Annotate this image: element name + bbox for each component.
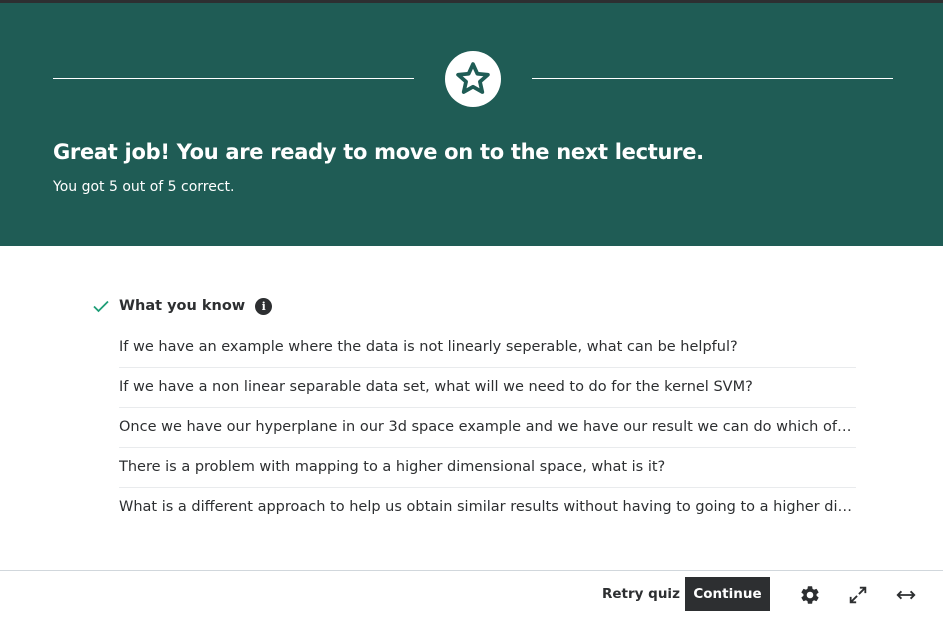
section-header: What you know i	[92, 294, 856, 318]
result-score: You got 5 out of 5 correct.	[53, 179, 235, 195]
question-list: If we have an example where the data is …	[119, 328, 856, 527]
question-item: If we have a non linear separable data s…	[119, 368, 856, 408]
retry-quiz-button[interactable]: Retry quiz	[592, 577, 690, 611]
expand-icon[interactable]	[846, 583, 870, 607]
section-title: What you know	[119, 298, 246, 314]
star-badge	[445, 51, 501, 107]
question-item: If we have an example where the data is …	[119, 328, 856, 368]
star-icon	[454, 60, 492, 98]
question-item: Once we have our hyperplane in our 3d sp…	[119, 408, 856, 448]
result-title: Great job! You are ready to move on to t…	[53, 140, 704, 164]
quiz-result-banner: Great job! You are ready to move on to t…	[0, 3, 943, 246]
what-you-know-section: What you know i If we have an example wh…	[92, 294, 856, 527]
gear-icon[interactable]	[798, 583, 822, 607]
continue-button[interactable]: Continue	[685, 577, 770, 611]
divider-left	[53, 78, 414, 79]
info-icon[interactable]: i	[255, 297, 273, 315]
question-item: There is a problem with mapping to a hig…	[119, 448, 856, 488]
divider-right	[532, 78, 893, 79]
check-icon	[92, 297, 110, 315]
quiz-footer: Retry quiz Continue	[0, 570, 943, 618]
question-item: What is a different approach to help us …	[119, 499, 856, 515]
resize-horizontal-icon[interactable]	[894, 583, 918, 607]
